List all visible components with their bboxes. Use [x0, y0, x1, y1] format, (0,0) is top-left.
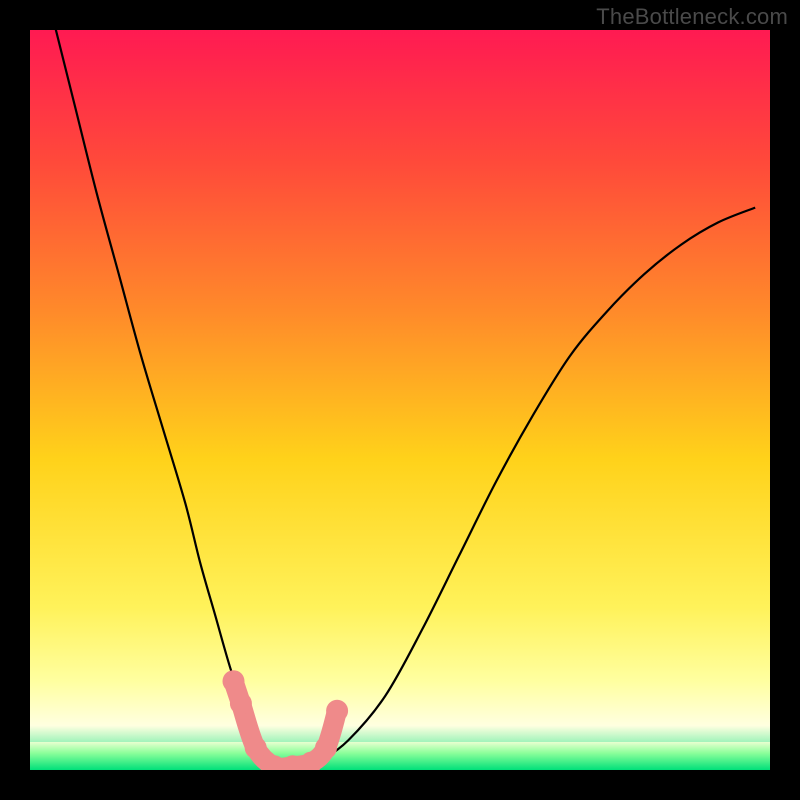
watermark-text: TheBottleneck.com — [596, 4, 788, 30]
gradient-background — [30, 30, 770, 770]
marker-point — [230, 692, 252, 714]
chart-frame: TheBottleneck.com — [0, 0, 800, 800]
green-optimal-band — [30, 742, 770, 770]
marker-point — [245, 737, 267, 759]
chart-plot-area — [30, 30, 770, 770]
marker-point — [326, 700, 348, 722]
marker-point — [223, 670, 245, 692]
marker-point — [315, 737, 337, 759]
chart-svg — [30, 30, 770, 770]
